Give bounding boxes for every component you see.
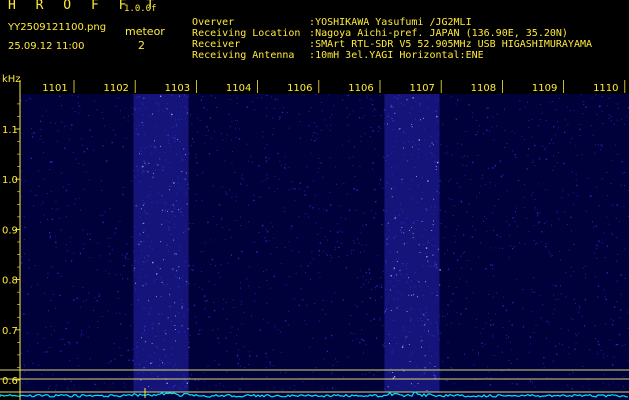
spectrogram-plot: 1101 1102 1103 1104 1106 1106 1107 1108 1109 1110… <box>0 74 629 400</box>
time-tick-label: 1110 <box>593 83 618 94</box>
y-tick-label: 0.7 <box>2 326 18 337</box>
y-tick-label: 0.9 <box>2 225 18 236</box>
time-axis: 1101 1102 1103 1104 1106 1106 1107 1108 1109 1110 <box>42 80 626 94</box>
time-tick-label: 1106 <box>287 83 312 94</box>
active-band <box>384 94 440 392</box>
y-tick-label: 1.0 <box>2 175 18 186</box>
y-tick-label: 0.8 <box>2 276 18 287</box>
active-band <box>133 94 189 392</box>
time-tick-label: 1108 <box>471 83 496 94</box>
plot-background <box>20 94 629 400</box>
time-tick-label: 1109 <box>532 83 557 94</box>
y-unit-label: kHz <box>2 74 21 85</box>
time-tick-label: 1101 <box>42 83 67 94</box>
time-tick-label: 1104 <box>226 83 251 94</box>
time-tick-label: 1106 <box>348 83 373 94</box>
frequency-axis: kHz 1.1 1.0 0.9 0.8 0.7 0.6 <box>2 74 21 400</box>
time-tick-label: 1102 <box>103 83 128 94</box>
y-tick-label: 0.6 <box>2 376 18 387</box>
time-tick-label: 1107 <box>409 83 434 94</box>
y-tick-label: 1.1 <box>2 125 18 136</box>
time-tick-label: 1103 <box>165 83 190 94</box>
